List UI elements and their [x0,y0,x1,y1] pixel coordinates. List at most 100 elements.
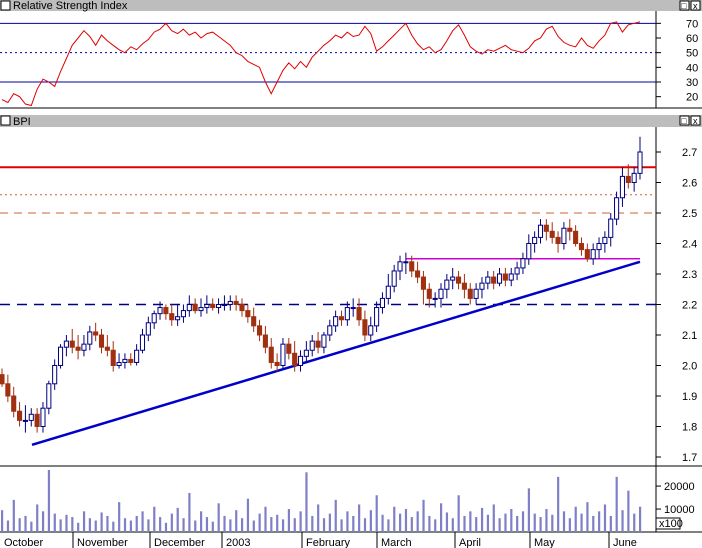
volume-bar [580,513,583,532]
price-tick-label: 1.9 [682,391,697,403]
candle-body [210,304,216,309]
volume-bar [112,521,115,532]
candle-body [344,307,350,321]
candle-body [122,358,128,363]
candle-body [485,276,491,284]
candle-body [52,365,58,385]
rsi-line [1,21,641,107]
trendline [31,260,641,446]
volume-bar [182,518,185,532]
volume-bar [65,514,68,532]
price-tick-label: 1.8 [682,422,697,434]
candle-body [350,307,356,310]
volume-bar [71,517,74,532]
candle-body [338,316,345,321]
candle-body [456,276,462,284]
candle-body [561,227,567,244]
volume-bar [141,511,144,532]
volume-bar [545,509,548,532]
volume-bar [633,513,636,532]
volume-bar [551,514,554,532]
candle-body [514,267,520,275]
candle-body [69,340,75,348]
candle-body [450,276,456,281]
candle-body [578,243,585,251]
volume-bar [211,521,214,532]
candle-body [415,270,421,278]
candle-body [502,273,508,281]
volume-bar [129,520,132,532]
candle-body [567,227,573,232]
volume-bar [340,519,343,532]
volume-bar [223,515,226,532]
x-tick-label: May [534,537,555,548]
volume-bar [305,472,308,532]
volume-bar [299,511,302,532]
candle-body [461,282,467,290]
candle-body [245,310,251,318]
volume-panel: 20000 10000 x100 [0,466,702,533]
volume-bar [88,518,91,532]
candle-body [491,276,497,284]
candle-body [438,288,444,299]
candle-body [537,224,544,238]
rsi-tick-label: 60 [686,33,698,45]
volume-tick-label: 20000 [664,481,695,493]
volume-bar [41,511,45,532]
candle-body [368,325,374,336]
candle-body [426,288,432,299]
volume-bar [264,506,267,532]
volume-bar [410,517,413,532]
price-title-bar [0,115,702,127]
x-tick-label: June [613,537,637,548]
volume-bar [188,492,191,532]
volume-bar [118,502,121,532]
volume-bar [153,506,156,532]
volume-bar [586,502,589,532]
volume-bar [59,519,62,532]
candle-body [333,316,339,327]
candle-body [614,197,620,220]
candle-body [216,304,222,309]
candle-body [134,349,140,363]
volume-bar [276,514,279,532]
volume-bar [521,511,525,532]
candle-body [309,340,315,351]
volume-bar [352,515,355,532]
volume-bar [12,499,15,532]
volume-bar [381,514,384,532]
candle-body [57,346,64,367]
x-tick-label: February [306,537,351,548]
candle-body [397,261,403,272]
price-tick-label: 2.7 [682,147,697,159]
candle-body [619,175,625,199]
volume-bar [463,515,466,532]
candle-body [116,361,122,367]
volume-bar [404,509,408,532]
price-tick-label: 1.7 [682,452,697,464]
x-tick-label: November [77,537,128,548]
candle-body [186,304,192,312]
volume-bar [240,518,244,532]
candle-body [233,300,239,306]
volume-bar [18,518,21,532]
candle-body [555,236,561,244]
volume-bar [387,519,390,532]
candle-body [297,355,304,367]
rsi-panel-icon [0,0,11,11]
volume-bar [434,519,437,532]
volume-bar [235,510,238,532]
candle-body [286,343,292,354]
candle-body [374,307,380,327]
volume-bar [363,518,367,532]
candle-body [256,325,263,336]
rsi-close-icon: x [693,1,698,11]
candle-body [444,279,450,290]
candle-body [403,261,409,264]
candle-body [5,383,11,397]
candle-body [110,349,116,366]
price-title: BPI [13,116,31,128]
volume-bar [598,511,601,532]
candle-body [157,307,163,315]
candle-body [169,313,175,321]
